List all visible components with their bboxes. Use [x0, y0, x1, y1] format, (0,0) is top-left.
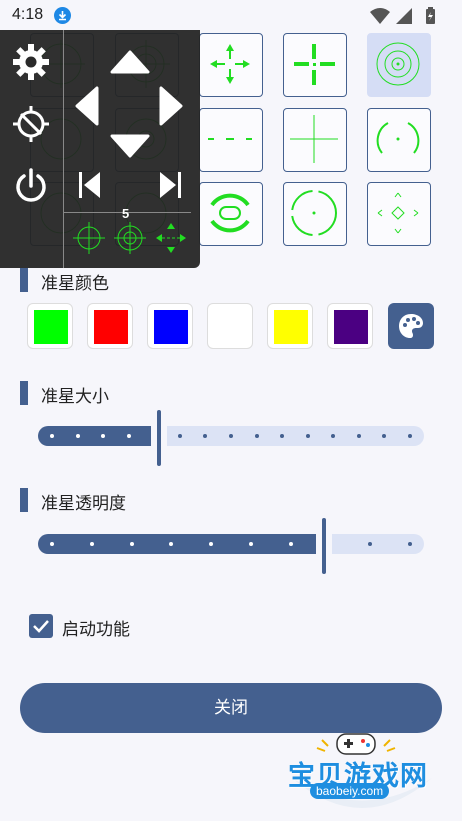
power-icon[interactable]	[11, 166, 51, 206]
status-time: 4:18	[12, 6, 44, 23]
crosshair-option[interactable]	[283, 33, 347, 97]
signal-icon	[396, 8, 412, 24]
wifi-icon	[370, 8, 390, 24]
color-swatch[interactable]	[87, 303, 133, 349]
color-swatch[interactable]	[147, 303, 193, 349]
swatch-color	[154, 310, 188, 344]
battery-icon	[426, 7, 435, 24]
gamepad-icon	[336, 733, 376, 755]
arrow-right-icon[interactable]	[157, 86, 183, 126]
crosshair-option[interactable]	[283, 182, 347, 246]
floating-control-panel[interactable]: 5	[0, 30, 200, 268]
crosshair-option[interactable]	[199, 182, 263, 246]
crosshair-option[interactable]	[283, 108, 347, 172]
arrow-left-icon[interactable]	[75, 86, 101, 126]
swatch-color	[334, 310, 368, 344]
crosshair-option[interactable]	[199, 33, 263, 97]
slider-tick	[75, 434, 80, 438]
slider-tick	[177, 434, 182, 438]
crosshair-preview[interactable]	[72, 218, 194, 258]
swatch-color	[214, 310, 248, 344]
status-icons	[368, 6, 448, 26]
color-swatch[interactable]	[27, 303, 73, 349]
color-swatch[interactable]	[327, 303, 373, 349]
slider-tick	[126, 434, 131, 438]
crosshair-option-selected[interactable]	[367, 33, 431, 97]
slider-track-active	[38, 534, 317, 554]
custom-color-button[interactable]	[388, 303, 434, 349]
skip-next-icon[interactable]	[158, 170, 182, 200]
swatch-color	[274, 310, 308, 344]
palette-icon	[397, 312, 425, 344]
slider-tick	[50, 542, 54, 546]
watermark: 宝贝游戏网 baobeiy.com	[282, 728, 442, 818]
crosshair-off-icon[interactable]	[11, 104, 51, 144]
swatch-color	[94, 310, 128, 344]
slider-tick	[288, 542, 293, 546]
color-swatch[interactable]	[207, 303, 253, 349]
size-slider[interactable]	[38, 410, 424, 466]
skip-previous-icon[interactable]	[78, 170, 102, 200]
slider-tick	[248, 542, 253, 546]
slider-tick	[129, 542, 134, 546]
slider-thumb[interactable]	[322, 518, 327, 574]
check-icon	[29, 620, 53, 642]
slider-tick	[50, 434, 54, 438]
slider-tick	[254, 434, 259, 438]
arrow-down-icon[interactable]	[110, 132, 150, 158]
crosshair-option[interactable]	[367, 182, 431, 246]
arrow-up-icon[interactable]	[110, 50, 150, 76]
enable-feature-label[interactable]: 启动功能	[62, 615, 130, 640]
slider-tick	[229, 434, 233, 438]
slider-tick	[408, 542, 412, 546]
slider-tick	[356, 434, 361, 438]
watermark-url: baobeiy.com	[310, 783, 390, 799]
status-bar: 4:18	[0, 0, 462, 32]
slider-thumb[interactable]	[157, 410, 162, 466]
color-swatch[interactable]	[267, 303, 313, 349]
slider-tick	[89, 542, 94, 546]
divider	[63, 30, 64, 268]
download-icon	[54, 7, 71, 24]
close-button[interactable]: 关闭	[20, 683, 442, 733]
swatch-color	[34, 310, 68, 344]
enable-feature-checkbox[interactable]	[29, 614, 53, 638]
crosshair-option[interactable]	[367, 108, 431, 172]
slider-tick	[305, 434, 310, 438]
slider-tick	[408, 434, 412, 438]
crosshair-option[interactable]	[199, 108, 263, 172]
slider-track-active	[38, 426, 152, 446]
opacity-slider[interactable]	[38, 518, 424, 574]
gear-icon[interactable]	[11, 42, 51, 82]
